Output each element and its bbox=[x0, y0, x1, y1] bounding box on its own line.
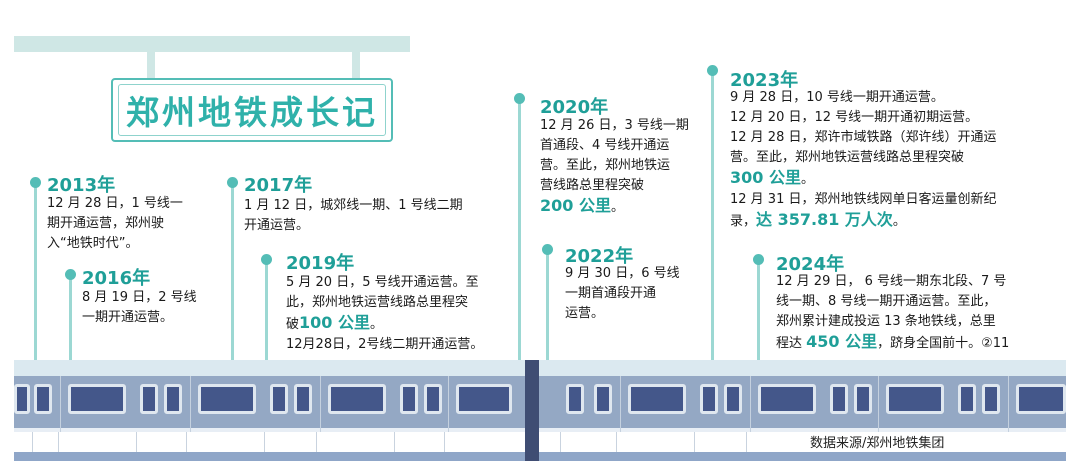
train-window bbox=[724, 384, 742, 414]
train-window bbox=[328, 384, 386, 414]
train-skirt-line bbox=[746, 432, 747, 452]
train-skirt-line bbox=[694, 432, 695, 452]
train-window bbox=[982, 384, 1000, 414]
train-window bbox=[758, 384, 816, 414]
milestone-text-2016: 8 月 19 日，2 号线 一期开通运营。 bbox=[82, 290, 197, 325]
train-window bbox=[830, 384, 848, 414]
milestone-highlight: 达 357.81 万人次 bbox=[756, 210, 893, 229]
train-window bbox=[164, 384, 182, 414]
train-skirt-line bbox=[444, 432, 445, 452]
train-window bbox=[958, 384, 976, 414]
train-window bbox=[68, 384, 126, 414]
title-board-bar bbox=[14, 36, 410, 52]
train-car-divider bbox=[620, 376, 621, 432]
timeline-dot bbox=[261, 254, 272, 265]
train-coupler bbox=[525, 360, 539, 461]
timeline-line-2022 bbox=[546, 252, 549, 366]
train-window bbox=[294, 384, 312, 414]
train-window bbox=[34, 384, 52, 414]
train-window bbox=[198, 384, 256, 414]
train-car-divider bbox=[1008, 376, 1009, 432]
train-window bbox=[1016, 384, 1066, 414]
train-car-divider bbox=[448, 376, 449, 432]
timeline-dot bbox=[30, 177, 41, 188]
timeline-dot bbox=[542, 244, 553, 255]
title-board-post bbox=[352, 52, 360, 78]
milestone-highlight: 200 公里 bbox=[540, 196, 611, 215]
train-skirt-line bbox=[616, 432, 617, 452]
timeline-line-2013 bbox=[34, 186, 37, 366]
milestone-highlight: 300 公里 bbox=[730, 168, 801, 187]
milestone-text-2024: 12 月 29 日， 6 号线一期东北段、7 号 线一期、8 号线一期开通运营。… bbox=[776, 274, 1010, 351]
milestone-highlight: 100 公里 bbox=[299, 313, 370, 332]
train-car-divider bbox=[750, 376, 751, 432]
timeline-line-2017 bbox=[231, 186, 234, 366]
milestone-text-2023: 9 月 28 日，10 号线一期开通运营。 12 月 20 日，12 号线一期开… bbox=[730, 90, 997, 229]
title-board-post bbox=[147, 52, 155, 78]
train-skirt-line bbox=[136, 432, 137, 452]
train-window bbox=[594, 384, 612, 414]
train-car-divider bbox=[320, 376, 321, 432]
train-skirt-line bbox=[560, 432, 561, 452]
train-skirt-line bbox=[264, 432, 265, 452]
train-window bbox=[424, 384, 442, 414]
timeline-dot bbox=[65, 269, 76, 280]
train-car-divider bbox=[878, 376, 879, 432]
train-skirt-line bbox=[316, 432, 317, 452]
train-window bbox=[270, 384, 288, 414]
train-window bbox=[566, 384, 584, 414]
milestone-text-2017: 1 月 12 日，城郊线一期、1 号线二期 开通运营。 bbox=[244, 198, 463, 233]
timeline-line-2016 bbox=[69, 278, 72, 366]
milestone-year-2016: 2016年 bbox=[82, 268, 151, 289]
timeline-line-2023 bbox=[711, 73, 714, 366]
timeline-line-2019 bbox=[265, 262, 268, 366]
timeline-dot bbox=[753, 254, 764, 265]
train-window bbox=[140, 384, 158, 414]
train-car-divider bbox=[190, 376, 191, 432]
timeline-line-2020 bbox=[518, 101, 521, 366]
train-window bbox=[700, 384, 718, 414]
train-window bbox=[854, 384, 872, 414]
train-skirt-line bbox=[58, 432, 59, 452]
train-skirt-line bbox=[394, 432, 395, 452]
train-window bbox=[886, 384, 944, 414]
milestone-text-2022: 9 月 30 日，6 号线 一期首通段开通 运营。 bbox=[565, 266, 680, 321]
train-rail bbox=[14, 452, 1066, 461]
milestone-highlight: 450 公里 bbox=[806, 332, 878, 351]
train-roof bbox=[14, 360, 1066, 376]
timeline-dot bbox=[514, 93, 525, 104]
timeline-dot bbox=[707, 65, 718, 76]
train-car-divider bbox=[60, 376, 61, 432]
train-window bbox=[400, 384, 418, 414]
milestone-text-2020: 12 月 26 日，3 号线一期 首通段、4 号线开通运 营。至此，郑州地铁运 … bbox=[540, 118, 689, 215]
page-title: 郑州地铁成长记 bbox=[126, 93, 378, 132]
title-board-inner: 郑州地铁成长记 bbox=[118, 84, 386, 136]
data-source-note: 数据来源/郑州地铁集团 bbox=[810, 436, 945, 451]
timeline-dot bbox=[227, 177, 238, 188]
train-skirt-line bbox=[186, 432, 187, 452]
train-skirt-line bbox=[32, 432, 33, 452]
timeline-line-2024 bbox=[757, 262, 760, 366]
train-window bbox=[628, 384, 686, 414]
train-window bbox=[456, 384, 512, 414]
milestone-text-2013: 12 月 28 日，1 号线一 期开通运营，郑州驶 入“地铁时代”。 bbox=[47, 196, 183, 251]
train-window bbox=[14, 384, 30, 414]
milestone-year-2017: 2017年 bbox=[244, 175, 313, 196]
milestone-year-2019: 2019年 bbox=[286, 253, 355, 274]
milestone-text-2019: 5 月 20 日，5 号线开通运营。至 此，郑州地铁运营线路总里程突 破100 … bbox=[286, 275, 484, 352]
